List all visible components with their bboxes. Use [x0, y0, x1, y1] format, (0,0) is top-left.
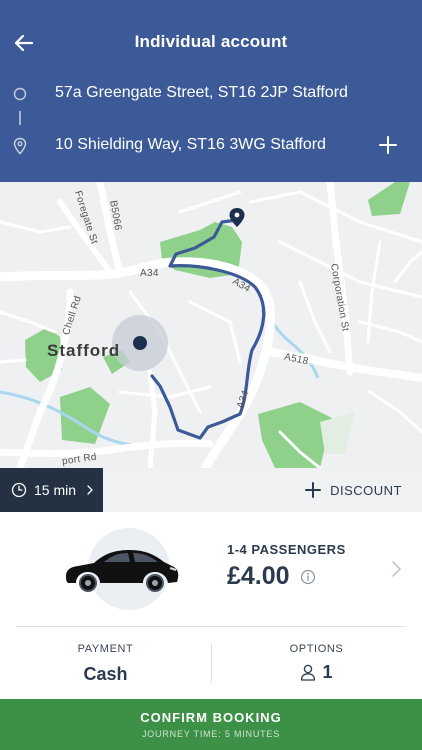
discount-label: DISCOUNT	[330, 482, 402, 498]
options-value-row: 1	[211, 662, 422, 683]
eta-value: 15 min	[34, 482, 77, 498]
options-selector[interactable]: OPTIONS 1	[211, 627, 422, 699]
person-icon	[301, 664, 316, 681]
options-label: OPTIONS	[289, 643, 344, 655]
confirm-label: CONFIRM BOOKING	[140, 710, 282, 725]
confirm-booking-button[interactable]: CONFIRM BOOKING JOURNEY TIME: 5 MINUTES	[0, 699, 422, 750]
info-icon[interactable]	[300, 569, 316, 585]
origin-circle-icon	[13, 87, 27, 101]
add-stop-icon[interactable]	[376, 133, 400, 157]
dropoff-address: 10 Shielding Way, ST16 3WG Stafford	[55, 136, 326, 153]
road-label-a34-west: A34	[140, 268, 159, 279]
chevron-right-icon[interactable]	[390, 560, 402, 578]
vehicle-card[interactable]: 1-4 PASSENGERS £4.00	[0, 512, 422, 626]
pickup-address: 57a Greengate Street, ST16 2JP Stafford	[55, 84, 348, 101]
route-map[interactable]: A34 A34 A34 A518 B5066 Foregate St Corpo…	[0, 182, 422, 468]
payment-value: Cash	[83, 664, 128, 684]
journey-time: JOURNEY TIME: 5 MINUTES	[141, 729, 281, 739]
chevron-right-icon	[87, 485, 93, 495]
city-label: Stafford	[47, 341, 121, 360]
passenger-capacity: 1-4 PASSENGERS	[227, 542, 346, 557]
discount-button[interactable]: DISCOUNT	[304, 468, 402, 512]
header: Individual account 57a Greengate Street,…	[0, 0, 422, 182]
pickup-address-row[interactable]: 57a Greengate Street, ST16 2JP Stafford	[0, 80, 422, 110]
fare-price: £4.00	[227, 562, 290, 590]
route-connector	[19, 111, 21, 125]
eta-button[interactable]: 15 min	[0, 468, 103, 512]
plus-icon	[305, 482, 322, 498]
payment-selector[interactable]: PAYMENT Cash	[0, 627, 211, 699]
dropoff-address-row[interactable]: 10 Shielding Way, ST16 3WG Stafford	[0, 132, 422, 162]
options-count: 1	[322, 662, 333, 682]
car-icon	[66, 550, 179, 592]
destination-pin-icon	[13, 137, 27, 155]
payment-label: PAYMENT	[77, 643, 134, 655]
page-title: Individual account	[134, 32, 288, 51]
clock-icon	[11, 482, 27, 498]
info-bar: 15 min DISCOUNT	[0, 468, 422, 512]
